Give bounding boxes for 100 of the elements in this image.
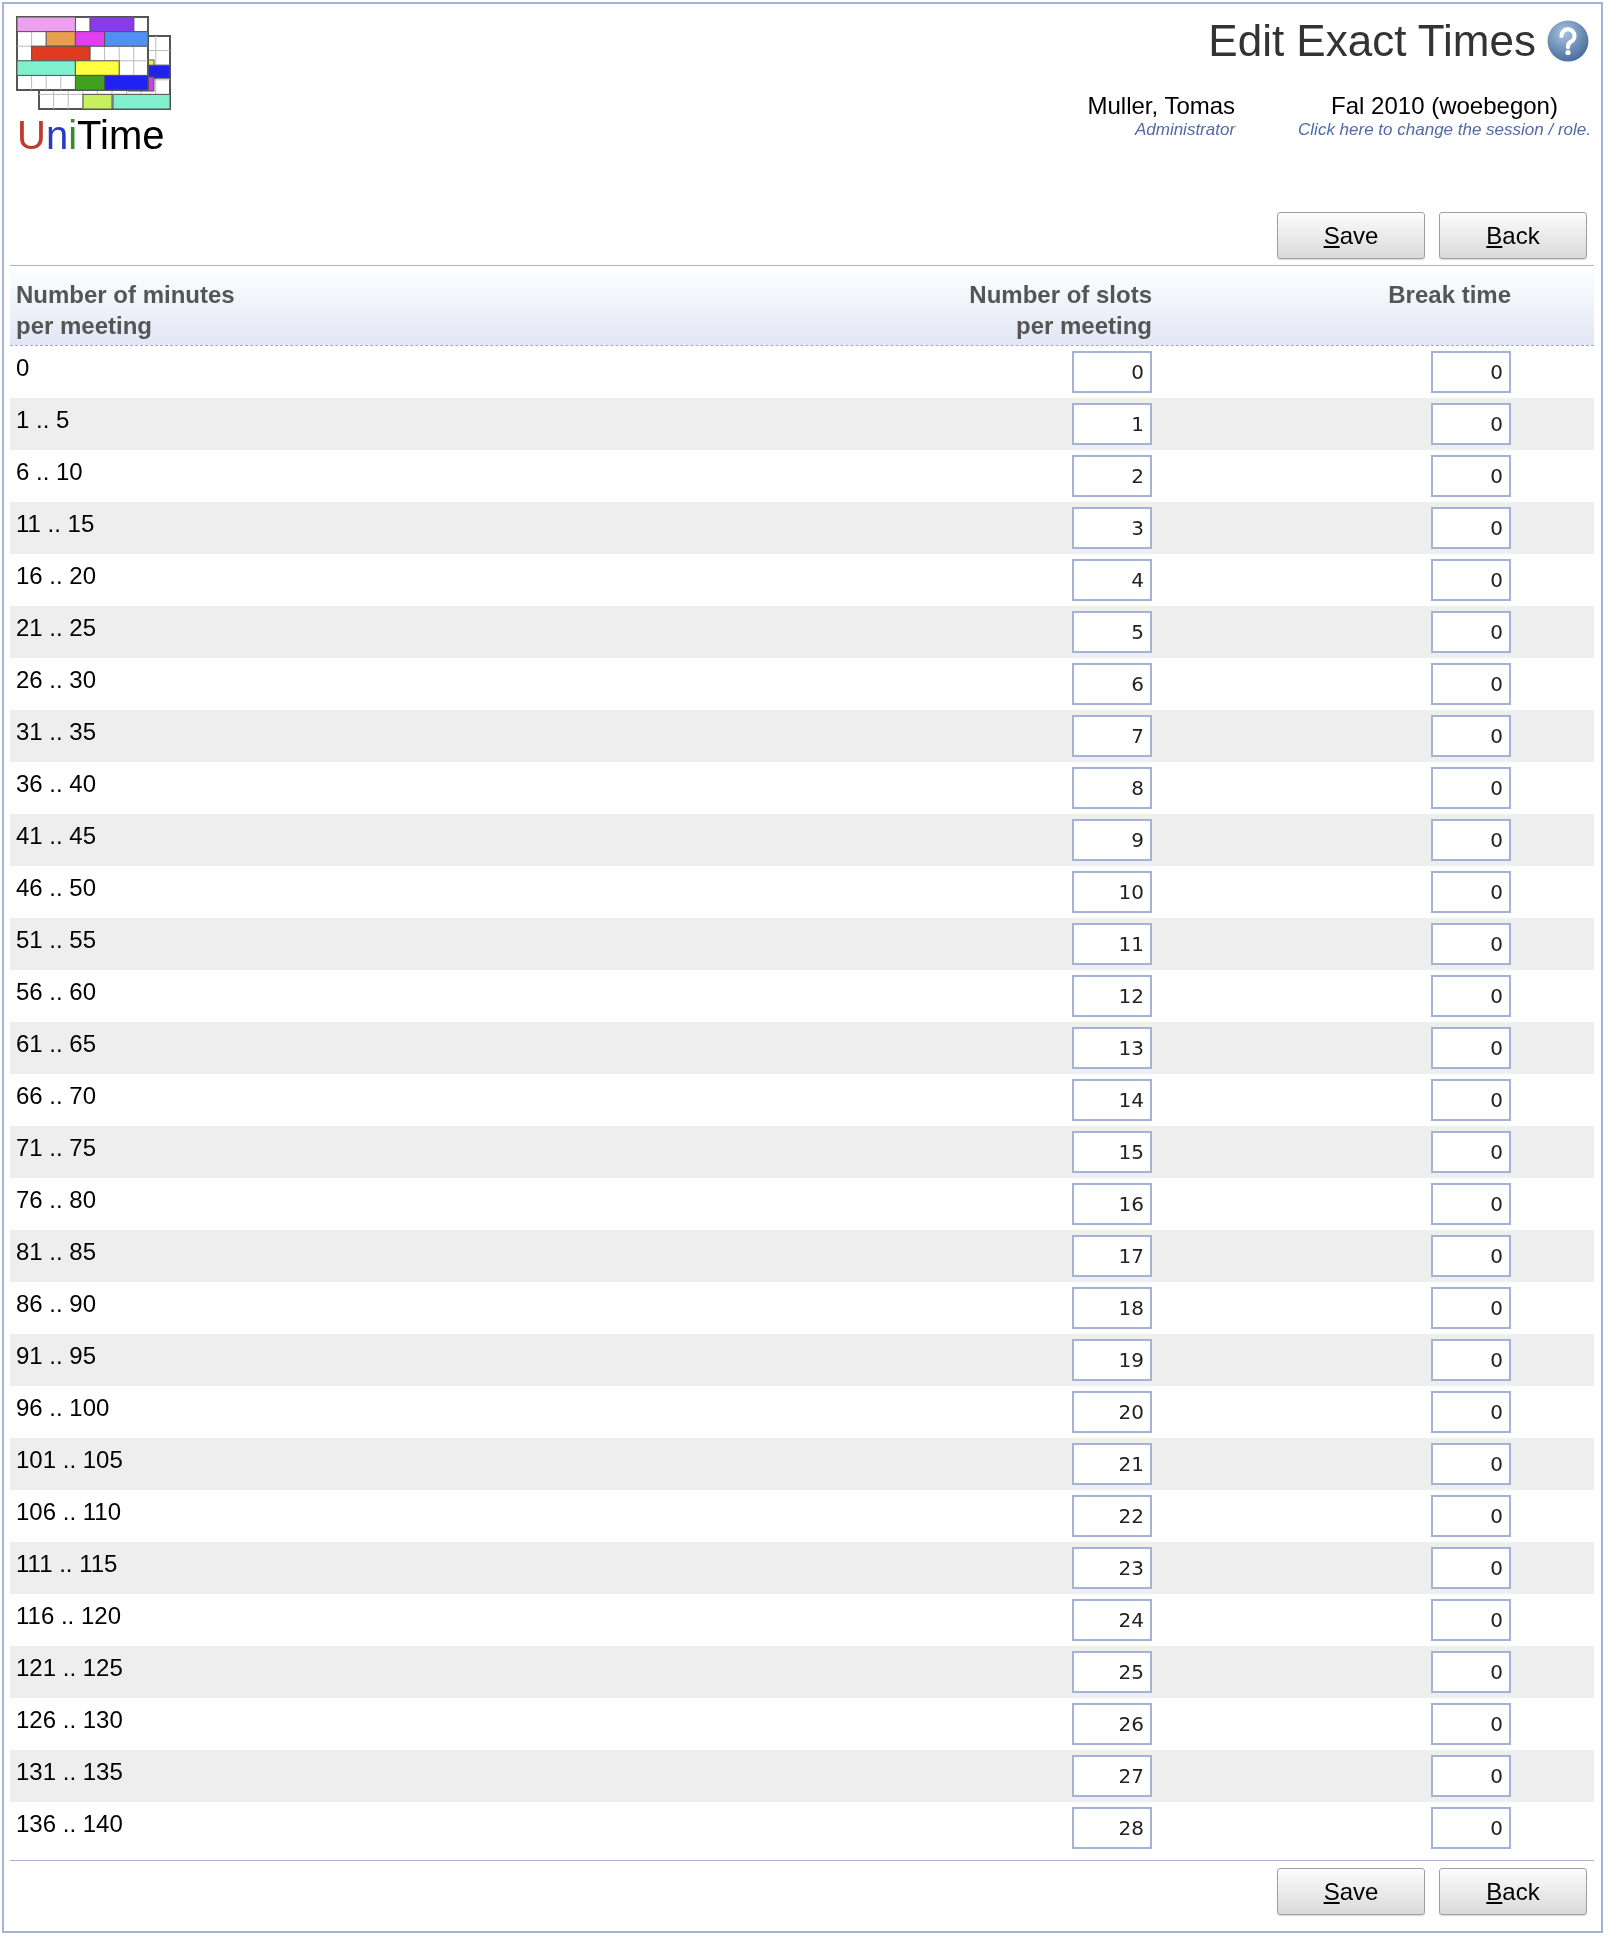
minutes-range: 126 .. 130	[16, 1706, 123, 1733]
slots-input[interactable]: 10	[1072, 871, 1152, 913]
slots-input[interactable]: 7	[1072, 715, 1152, 757]
minutes-range: 116 .. 120	[16, 1602, 121, 1629]
slots-input[interactable]: 3	[1072, 507, 1152, 549]
minutes-range: 121 .. 125	[16, 1654, 123, 1681]
slots-input[interactable]: 22	[1072, 1495, 1152, 1537]
break-time-input[interactable]: 0	[1431, 1131, 1511, 1173]
break-time-input[interactable]: 0	[1431, 351, 1511, 393]
minutes-range: 136 .. 140	[16, 1810, 123, 1837]
break-time-input[interactable]: 0	[1431, 1391, 1511, 1433]
minutes-range: 101 .. 105	[16, 1446, 123, 1473]
minutes-range: 41 .. 45	[16, 822, 97, 849]
break-time-input[interactable]: 0	[1431, 975, 1511, 1017]
slots-input[interactable]: 21	[1072, 1443, 1152, 1485]
column-header: Number of slots per meeting	[968, 280, 1152, 341]
minutes-range: 0	[16, 354, 30, 381]
slots-input[interactable]: 26	[1072, 1703, 1152, 1745]
slots-input[interactable]: 17	[1072, 1235, 1152, 1277]
break-time-input[interactable]: 0	[1431, 1027, 1511, 1069]
minutes-range: 96 .. 100	[16, 1394, 110, 1421]
minutes-range: 66 .. 70	[16, 1082, 97, 1109]
break-time-input[interactable]: 0	[1431, 767, 1511, 809]
slots-input[interactable]: 15	[1072, 1131, 1152, 1173]
back-button[interactable]: Back	[1439, 1868, 1587, 1915]
minutes-range: 81 .. 85	[16, 1238, 97, 1265]
minutes-range: 106 .. 110	[16, 1498, 121, 1525]
logo-text: UniTime	[17, 113, 165, 157]
minutes-range: 26 .. 30	[16, 666, 97, 693]
slots-input[interactable]: 2	[1072, 455, 1152, 497]
break-time-input[interactable]: 0	[1431, 663, 1511, 705]
slots-input[interactable]: 14	[1072, 1079, 1152, 1121]
break-time-input[interactable]: 0	[1431, 871, 1511, 913]
slots-input[interactable]: 13	[1072, 1027, 1152, 1069]
slots-input[interactable]: 5	[1072, 611, 1152, 653]
minutes-range: 61 .. 65	[16, 1030, 97, 1057]
minutes-range: 6 .. 10	[16, 458, 83, 485]
column-header: Break time	[1388, 280, 1511, 310]
save-button[interactable]: Save	[1277, 212, 1425, 259]
slots-input[interactable]: 4	[1072, 559, 1152, 601]
break-time-input[interactable]: 0	[1431, 1183, 1511, 1225]
break-time-input[interactable]: 0	[1431, 1079, 1511, 1121]
slots-input[interactable]: 12	[1072, 975, 1152, 1017]
minutes-range: 86 .. 90	[16, 1290, 97, 1317]
break-time-input[interactable]: 0	[1431, 559, 1511, 601]
break-time-input[interactable]: 0	[1431, 507, 1511, 549]
break-time-input[interactable]: 0	[1431, 611, 1511, 653]
back-button[interactable]: Back	[1439, 212, 1587, 259]
minutes-range: 71 .. 75	[16, 1134, 97, 1161]
session-name: Fal 2010 (woebegon)	[1331, 92, 1558, 120]
change-session-link[interactable]: Click here to change the session / role.	[1298, 120, 1591, 140]
slots-input[interactable]: 25	[1072, 1651, 1152, 1693]
slots-input[interactable]: 9	[1072, 819, 1152, 861]
slots-input[interactable]: 8	[1072, 767, 1152, 809]
break-time-input[interactable]: 0	[1431, 1755, 1511, 1797]
slots-input[interactable]: 23	[1072, 1547, 1152, 1589]
minutes-range: 36 .. 40	[16, 770, 97, 797]
save-button[interactable]: Save	[1277, 1868, 1425, 1915]
slots-input[interactable]: 18	[1072, 1287, 1152, 1329]
break-time-input[interactable]: 0	[1431, 403, 1511, 445]
slots-input[interactable]: 0	[1072, 351, 1152, 393]
slots-input[interactable]: 11	[1072, 923, 1152, 965]
minutes-range: 76 .. 80	[16, 1186, 97, 1213]
slots-input[interactable]: 27	[1072, 1755, 1152, 1797]
slots-input[interactable]: 1	[1072, 403, 1152, 445]
minutes-range: 131 .. 135	[16, 1758, 123, 1785]
minutes-range: 111 .. 115	[16, 1550, 118, 1577]
minutes-range: 11 .. 15	[16, 510, 95, 537]
break-time-input[interactable]: 0	[1431, 1287, 1511, 1329]
break-time-input[interactable]: 0	[1431, 1703, 1511, 1745]
slots-input[interactable]: 6	[1072, 663, 1152, 705]
slots-input[interactable]: 24	[1072, 1599, 1152, 1641]
break-time-input[interactable]: 0	[1431, 1807, 1511, 1849]
grid-logo-icon	[15, 15, 173, 111]
break-time-input[interactable]: 0	[1431, 819, 1511, 861]
break-time-input[interactable]: 0	[1431, 1495, 1511, 1537]
break-time-input[interactable]: 0	[1431, 1443, 1511, 1485]
minutes-range: 16 .. 20	[16, 562, 97, 589]
minutes-range: 1 .. 5	[16, 406, 70, 433]
break-time-input[interactable]: 0	[1431, 1235, 1511, 1277]
break-time-input[interactable]: 0	[1431, 1547, 1511, 1589]
break-time-input[interactable]: 0	[1431, 455, 1511, 497]
break-time-input[interactable]: 0	[1431, 715, 1511, 757]
minutes-range: 51 .. 55	[16, 926, 97, 953]
user-role: Administrator	[1134, 120, 1236, 140]
slots-input[interactable]: 19	[1072, 1339, 1152, 1381]
slots-input[interactable]: 28	[1072, 1807, 1152, 1849]
minutes-range: 91 .. 95	[16, 1342, 97, 1369]
column-header: Number of minutes per meeting	[16, 280, 236, 341]
minutes-range: 21 .. 25	[16, 614, 97, 641]
break-time-input[interactable]: 0	[1431, 923, 1511, 965]
break-time-input[interactable]: 0	[1431, 1651, 1511, 1693]
minutes-range: 56 .. 60	[16, 978, 97, 1005]
user-name: Muller, Tomas	[1087, 92, 1236, 120]
break-time-input[interactable]: 0	[1431, 1599, 1511, 1641]
slots-input[interactable]: 20	[1072, 1391, 1152, 1433]
help-icon[interactable]	[1547, 19, 1589, 62]
break-time-input[interactable]: 0	[1431, 1339, 1511, 1381]
slots-input[interactable]: 16	[1072, 1183, 1152, 1225]
minutes-range: 31 .. 35	[16, 718, 97, 745]
